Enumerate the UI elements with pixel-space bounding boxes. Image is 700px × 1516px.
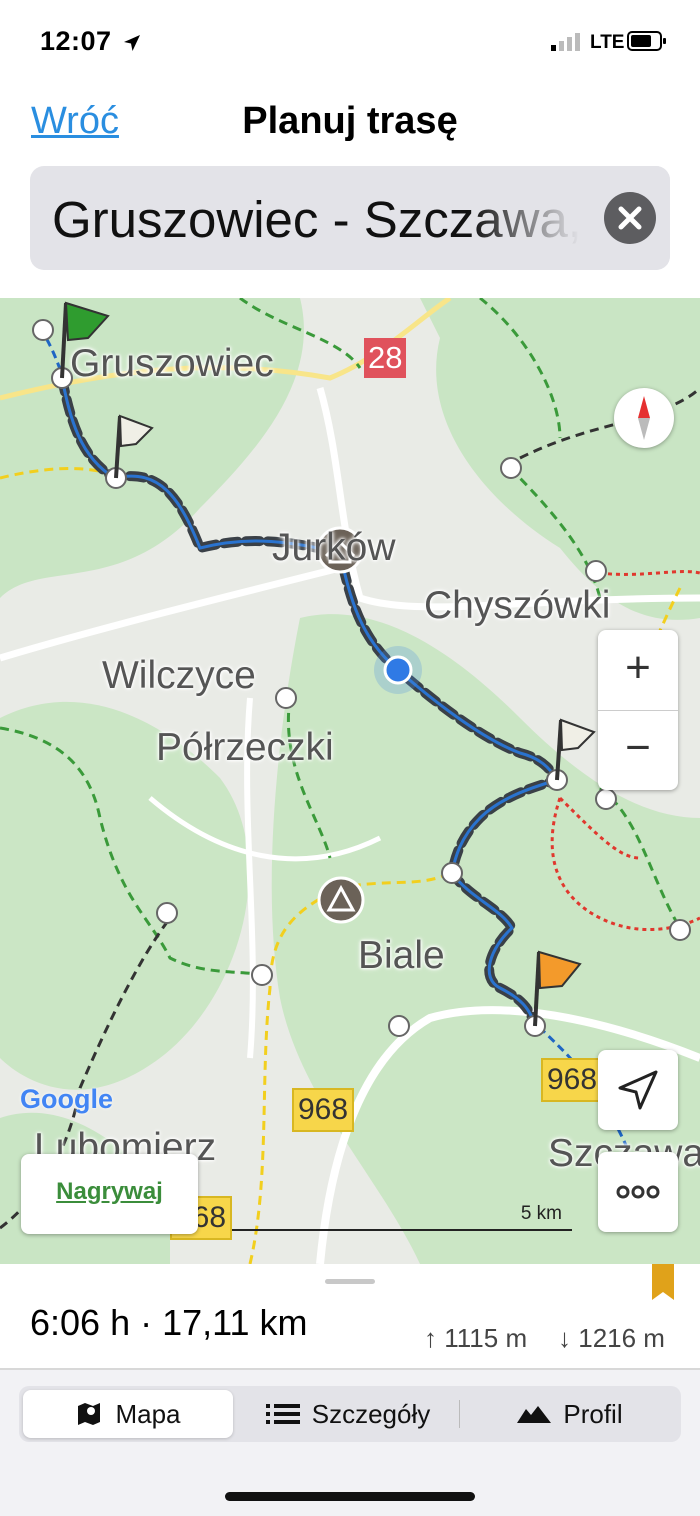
descent-text: 1216 m bbox=[578, 1323, 665, 1353]
road-number-badge: 968 bbox=[292, 1088, 355, 1132]
status-time-text: 12:07 bbox=[40, 26, 112, 56]
current-location-icon bbox=[374, 646, 422, 694]
compass-button[interactable] bbox=[614, 388, 674, 448]
tab-details[interactable]: Szczegóły bbox=[237, 1390, 459, 1438]
more-button[interactable] bbox=[598, 1152, 678, 1232]
route-name-field[interactable]: Gruszowiec - Szczawa, bbox=[30, 166, 670, 270]
place-label: Jurków bbox=[272, 526, 396, 569]
zoom-control: + − bbox=[598, 630, 678, 790]
scale-label: 5 km bbox=[520, 1203, 562, 1224]
status-time: 12:07 bbox=[40, 26, 141, 57]
compass-icon bbox=[638, 396, 650, 440]
more-icon bbox=[616, 1185, 660, 1199]
tab-map-label: Mapa bbox=[115, 1398, 181, 1429]
record-button[interactable]: Nagrywaj bbox=[21, 1154, 198, 1234]
tab-details-label: Szczegóły bbox=[311, 1398, 431, 1429]
list-icon bbox=[265, 1404, 300, 1424]
mountain-icon bbox=[517, 1406, 552, 1423]
clear-button[interactable] bbox=[604, 192, 656, 244]
signal-icon bbox=[551, 33, 580, 51]
close-icon bbox=[618, 206, 642, 230]
place-label: Wilczyce bbox=[102, 654, 256, 697]
road-number-badge: 28 bbox=[364, 338, 407, 378]
tab-profile-label: Profil bbox=[563, 1398, 623, 1429]
map-icon bbox=[78, 1403, 101, 1425]
place-label: Półrzeczki bbox=[156, 726, 334, 769]
home-indicator bbox=[225, 1492, 475, 1501]
page-title: Planuj trasę bbox=[242, 100, 458, 142]
campsite-icon bbox=[317, 876, 365, 924]
arrow-down-icon: ↓ bbox=[558, 1323, 571, 1353]
arrow-up-icon: ↑ bbox=[424, 1323, 437, 1353]
google-logo: Google bbox=[20, 1084, 113, 1115]
segmented-control: Mapa Szczegóły Profil bbox=[19, 1386, 681, 1442]
ascent-text: 1115 m bbox=[444, 1323, 528, 1353]
map-provider-text: Google bbox=[20, 1084, 113, 1114]
zoom-in-label: + bbox=[625, 643, 651, 692]
location-arrow-icon bbox=[123, 34, 140, 51]
tab-profile[interactable]: Profil bbox=[463, 1390, 677, 1438]
drag-handle[interactable] bbox=[325, 1279, 375, 1284]
record-label: Nagrywaj bbox=[56, 1178, 163, 1205]
zoom-in-button[interactable]: + bbox=[598, 630, 678, 711]
descent-value: ↓ 1216 m bbox=[558, 1323, 665, 1354]
place-label: Biale bbox=[358, 934, 445, 977]
map-view[interactable]: Gruszowiec Jurków Chyszówki Wilczyce Pół… bbox=[0, 298, 700, 1264]
ascent-value: ↑ 1115 m bbox=[424, 1323, 527, 1354]
place-label: Chyszówki bbox=[424, 584, 611, 627]
locate-button[interactable] bbox=[598, 1050, 678, 1130]
network-type: LTE bbox=[590, 32, 625, 53]
road bbox=[0, 564, 341, 662]
route-summary: 6:06 h · 17,11 km bbox=[30, 1302, 308, 1343]
navigation-arrow-icon bbox=[618, 1070, 658, 1110]
place-label: Gruszowiec bbox=[70, 342, 274, 385]
road-number-badge: 968 bbox=[541, 1058, 604, 1102]
tab-map[interactable]: Mapa bbox=[23, 1390, 233, 1438]
zoom-out-label: − bbox=[625, 723, 651, 772]
bookmark-icon[interactable] bbox=[652, 1264, 674, 1300]
segment-divider bbox=[459, 1400, 460, 1428]
zoom-out-button[interactable]: − bbox=[598, 710, 678, 790]
battery-icon bbox=[627, 31, 666, 51]
